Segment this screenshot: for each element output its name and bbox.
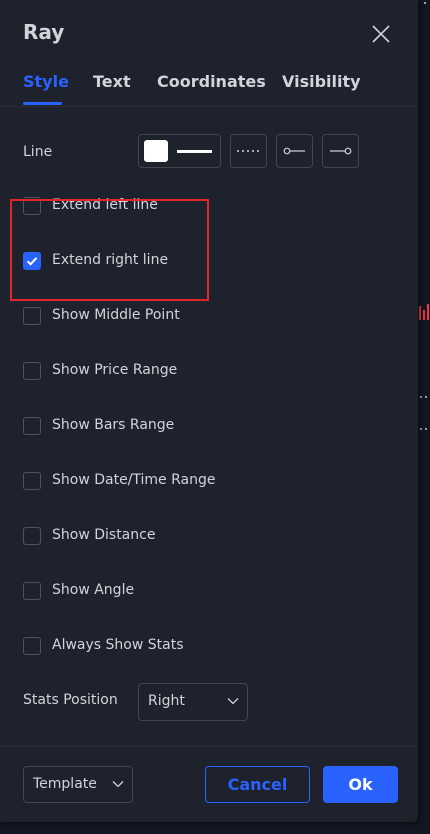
chart-candle (427, 304, 429, 320)
line-color-swatch (144, 140, 168, 162)
cancel-button[interactable]: Cancel (205, 766, 310, 803)
chart-candle (423, 310, 425, 320)
checkbox-box[interactable] (23, 307, 41, 325)
checkmark-icon (26, 257, 38, 266)
tab-bar: Style Text Coordinates Visibility (0, 62, 418, 107)
chart-candle (419, 306, 421, 320)
line-label: Line (23, 144, 53, 160)
tab-text[interactable]: Text (93, 72, 131, 91)
checkbox-label: Show Date/Time Range (52, 472, 216, 488)
tab-coordinates[interactable]: Coordinates (157, 72, 266, 91)
checkbox-label: Show Angle (52, 582, 135, 598)
chart-dot (425, 396, 427, 398)
stats-position-label: Stats Position (23, 692, 118, 708)
checkbox-box[interactable] (23, 582, 41, 600)
chart-dot (425, 428, 427, 430)
checkbox-label: Show Price Range (52, 362, 178, 378)
template-label: Template (33, 776, 97, 792)
chevron-down-icon (112, 781, 124, 788)
checkbox-label: Show Bars Range (52, 417, 175, 433)
line-style-button[interactable] (230, 134, 267, 168)
checkbox-box[interactable] (23, 472, 41, 490)
chart-dot (424, 2, 426, 4)
close-icon[interactable] (370, 23, 392, 45)
checkbox-box-checked[interactable] (23, 252, 41, 270)
line-start-style-button[interactable] (276, 134, 313, 168)
checkbox-box[interactable] (23, 527, 41, 545)
chevron-down-icon (227, 698, 239, 705)
tab-visibility[interactable]: Visibility (282, 72, 361, 91)
checkbox-label: Show Middle Point (52, 307, 180, 323)
line-end-circle-icon (330, 147, 352, 155)
template-select[interactable]: Template (23, 766, 133, 803)
chart-dot (420, 396, 422, 398)
stats-position-value: Right (148, 693, 185, 709)
line-end-style-button[interactable] (322, 134, 359, 168)
solid-line-icon (177, 150, 212, 153)
ray-settings-dialog: Ray Style Text Coordinates Visibility Li… (0, 0, 418, 822)
checkbox-box[interactable] (23, 637, 41, 655)
checkbox-label: Always Show Stats (52, 637, 184, 653)
chart-dot (420, 428, 422, 430)
stats-position-select[interactable]: Right (138, 683, 248, 721)
tab-style[interactable]: Style (23, 72, 69, 91)
dotted-line-icon (237, 150, 261, 152)
footer-divider (0, 746, 418, 747)
active-tab-indicator (23, 102, 62, 105)
checkbox-label: Show Distance (52, 527, 156, 543)
line-start-circle-icon (283, 147, 305, 155)
ok-button[interactable]: Ok (323, 766, 398, 803)
checkbox-label: Extend right line (52, 252, 169, 268)
highlight-annotation-box (10, 199, 209, 301)
dialog-title: Ray (23, 20, 65, 44)
line-color-thickness-button[interactable] (138, 134, 221, 168)
checkbox-box[interactable] (23, 362, 41, 380)
checkbox-box[interactable] (23, 417, 41, 435)
